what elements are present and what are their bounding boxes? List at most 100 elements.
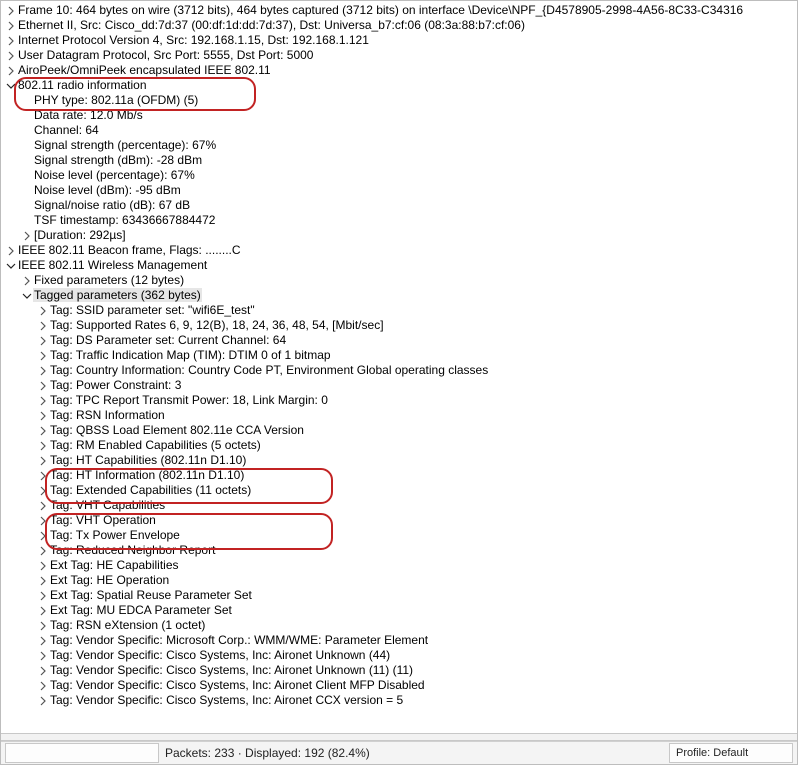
expand-icon[interactable]: [37, 558, 49, 573]
expand-icon[interactable]: [37, 678, 49, 693]
tag-label: Tag: VHT Operation: [49, 513, 157, 527]
tree-row[interactable]: Tag: Country Information: Country Code P…: [5, 363, 795, 378]
tree-row[interactable]: Tag: Reduced Neighbor Report: [5, 543, 795, 558]
expand-icon[interactable]: [21, 273, 33, 288]
expand-icon[interactable]: [37, 633, 49, 648]
tree-row[interactable]: Internet Protocol Version 4, Src: 192.16…: [5, 33, 795, 48]
tree-row[interactable]: Tag: RM Enabled Capabilities (5 octets): [5, 438, 795, 453]
expand-icon[interactable]: [37, 588, 49, 603]
expand-icon[interactable]: [37, 393, 49, 408]
expand-icon[interactable]: [37, 333, 49, 348]
expand-icon[interactable]: [5, 243, 17, 258]
tree-row[interactable]: Tag: TPC Report Transmit Power: 18, Link…: [5, 393, 795, 408]
expand-icon[interactable]: [37, 348, 49, 363]
expand-icon[interactable]: [37, 498, 49, 513]
tree-row[interactable]: ·Data rate: 12.0 Mb/s: [5, 108, 795, 123]
tree-row[interactable]: Tag: Vendor Specific: Cisco Systems, Inc…: [5, 693, 795, 708]
tree-row[interactable]: ·Channel: 64: [5, 123, 795, 138]
expand-icon[interactable]: [37, 603, 49, 618]
tree-row[interactable]: 802.11 radio information: [5, 78, 795, 93]
tree-row[interactable]: Tag: Vendor Specific: Microsoft Corp.: W…: [5, 633, 795, 648]
tree-row[interactable]: Ext Tag: MU EDCA Parameter Set: [5, 603, 795, 618]
expand-icon[interactable]: [5, 48, 17, 63]
expand-icon[interactable]: [5, 3, 17, 18]
tree-row[interactable]: Ethernet II, Src: Cisco_dd:7d:37 (00:df:…: [5, 18, 795, 33]
expand-icon[interactable]: [37, 663, 49, 678]
tree-row[interactable]: Ext Tag: HE Operation: [5, 573, 795, 588]
expand-icon[interactable]: [37, 378, 49, 393]
tree-row[interactable]: [Duration: 292µs]: [5, 228, 795, 243]
expand-icon[interactable]: [5, 33, 17, 48]
tree-row[interactable]: Tag: Supported Rates 6, 9, 12(B), 18, 24…: [5, 318, 795, 333]
tree-row[interactable]: ·Noise level (dBm): -95 dBm: [5, 183, 795, 198]
tree-row[interactable]: Tag: SSID parameter set: "wifi6E_test": [5, 303, 795, 318]
tree-row[interactable]: Fixed parameters (12 bytes): [5, 273, 795, 288]
tree-row[interactable]: Tag: DS Parameter set: Current Channel: …: [5, 333, 795, 348]
status-profile[interactable]: Profile: Default: [669, 743, 793, 763]
expand-icon[interactable]: [37, 573, 49, 588]
tree-row[interactable]: ·Signal strength (dBm): -28 dBm: [5, 153, 795, 168]
tree-row[interactable]: ·Signal/noise ratio (dB): 67 dB: [5, 198, 795, 213]
tree-row[interactable]: ·Signal strength (percentage): 67%: [5, 138, 795, 153]
tree-row[interactable]: IEEE 802.11 Beacon frame, Flags: .......…: [5, 243, 795, 258]
expand-icon[interactable]: [37, 513, 49, 528]
tag-label: Tag: Traffic Indication Map (TIM): DTIM …: [49, 348, 332, 362]
collapse-icon[interactable]: [21, 288, 33, 303]
tree-row[interactable]: Tag: Vendor Specific: Cisco Systems, Inc…: [5, 648, 795, 663]
tag-label: Tag: Supported Rates 6, 9, 12(B), 18, 24…: [49, 318, 385, 332]
tree-row[interactable]: IEEE 802.11 Wireless Management: [5, 258, 795, 273]
expand-icon[interactable]: [37, 318, 49, 333]
expand-icon[interactable]: [5, 18, 17, 33]
tag-label: Tag: HT Information (802.11n D1.10): [49, 468, 245, 482]
tree-row[interactable]: Tag: HT Information (802.11n D1.10): [5, 468, 795, 483]
tree-row[interactable]: Tag: HT Capabilities (802.11n D1.10): [5, 453, 795, 468]
expand-icon[interactable]: [37, 528, 49, 543]
tag-label: Tag: Power Constraint: 3: [49, 378, 182, 392]
expand-icon[interactable]: [37, 438, 49, 453]
tag-label: Tag: RSN eXtension (1 octet): [49, 618, 206, 632]
tag-label: Tag: VHT Capabilities: [49, 498, 166, 512]
tag-label: Tag: Country Information: Country Code P…: [49, 363, 489, 377]
expand-icon[interactable]: [5, 63, 17, 78]
collapse-icon[interactable]: [5, 78, 17, 93]
tree-row[interactable]: Tag: QBSS Load Element 802.11e CCA Versi…: [5, 423, 795, 438]
tree-row[interactable]: Tag: Vendor Specific: Cisco Systems, Inc…: [5, 663, 795, 678]
expand-icon[interactable]: [37, 543, 49, 558]
expand-icon[interactable]: [37, 468, 49, 483]
tree-row[interactable]: Ext Tag: HE Capabilities: [5, 558, 795, 573]
expand-icon[interactable]: [37, 693, 49, 708]
tree-row[interactable]: ·PHY type: 802.11a (OFDM) (5): [5, 93, 795, 108]
tree-row[interactable]: ·TSF timestamp: 63436667884472: [5, 213, 795, 228]
tree-row[interactable]: Tag: Power Constraint: 3: [5, 378, 795, 393]
expand-icon[interactable]: [37, 423, 49, 438]
tree-row[interactable]: Tag: Vendor Specific: Cisco Systems, Inc…: [5, 678, 795, 693]
tree-row[interactable]: Tag: Extended Capabilities (11 octets): [5, 483, 795, 498]
expand-icon[interactable]: [37, 648, 49, 663]
expand-icon[interactable]: [37, 618, 49, 633]
tree-row[interactable]: Tag: RSN eXtension (1 octet): [5, 618, 795, 633]
expand-icon[interactable]: [37, 453, 49, 468]
tag-label: Tag: Reduced Neighbor Report: [49, 543, 216, 557]
tree-row[interactable]: Tag: RSN Information: [5, 408, 795, 423]
tree-row[interactable]: Ext Tag: Spatial Reuse Parameter Set: [5, 588, 795, 603]
tag-label: Tag: Vendor Specific: Microsoft Corp.: W…: [49, 633, 429, 647]
tree-row[interactable]: AiroPeek/OmniPeek encapsulated IEEE 802.…: [5, 63, 795, 78]
tree-row[interactable]: Tag: Traffic Indication Map (TIM): DTIM …: [5, 348, 795, 363]
tree-row[interactable]: Tagged parameters (362 bytes): [5, 288, 795, 303]
collapse-icon[interactable]: [5, 258, 17, 273]
tree-row[interactable]: Tag: VHT Capabilities: [5, 498, 795, 513]
tree-row[interactable]: Tag: VHT Operation: [5, 513, 795, 528]
expand-icon[interactable]: [37, 303, 49, 318]
packet-details-tree[interactable]: Frame 10: 464 bytes on wire (3712 bits),…: [1, 1, 797, 733]
expand-icon[interactable]: [21, 228, 33, 243]
expand-icon[interactable]: [37, 363, 49, 378]
tree-row[interactable]: ·Noise level (percentage): 67%: [5, 168, 795, 183]
tree-row[interactable]: User Datagram Protocol, Src Port: 5555, …: [5, 48, 795, 63]
tag-label: Ext Tag: HE Operation: [49, 573, 170, 587]
expand-icon[interactable]: [37, 483, 49, 498]
pane-splitter[interactable]: [1, 733, 797, 741]
tree-row[interactable]: Tag: Tx Power Envelope: [5, 528, 795, 543]
tree-row[interactable]: Frame 10: 464 bytes on wire (3712 bits),…: [5, 3, 795, 18]
tag-label: Tag: RSN Information: [49, 408, 166, 422]
expand-icon[interactable]: [37, 408, 49, 423]
